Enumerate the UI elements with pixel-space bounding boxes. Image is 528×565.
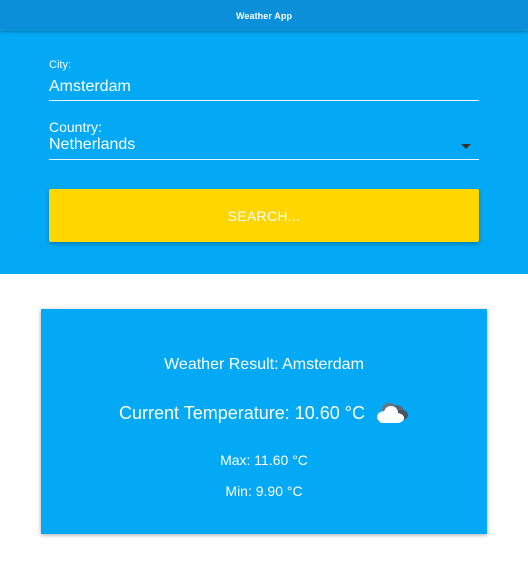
- country-label: Country:: [49, 119, 102, 135]
- current-temperature-row: Current Temperature: 10.60 °C: [41, 400, 487, 426]
- min-temperature: Min: 9.90 °C: [225, 483, 303, 499]
- country-selected-value: Netherlands: [49, 136, 136, 153]
- result-title: Weather Result: Amsterdam: [164, 356, 364, 373]
- country-select[interactable]: Netherlands: [49, 135, 479, 160]
- app-title: Weather App: [235, 10, 293, 21]
- search-button[interactable]: SEARCH...: [49, 189, 479, 242]
- city-label: City:: [49, 59, 71, 71]
- dropdown-arrow-icon[interactable]: [461, 144, 471, 149]
- country-field: Country: Netherlands: [49, 119, 479, 161]
- weather-result-card: Weather Result: Amsterdam Current Temper…: [41, 309, 487, 534]
- max-temperature: Max: 11.60 °C: [220, 452, 308, 468]
- current-temperature: Current Temperature: 10.60 °C: [119, 403, 365, 423]
- city-input[interactable]: [49, 76, 479, 101]
- app-bar: Weather App: [0, 0, 528, 31]
- city-field: City:: [49, 59, 479, 102]
- search-panel: City: Country: Netherlands SEARCH...: [0, 31, 528, 274]
- cloud-icon: [377, 403, 408, 423]
